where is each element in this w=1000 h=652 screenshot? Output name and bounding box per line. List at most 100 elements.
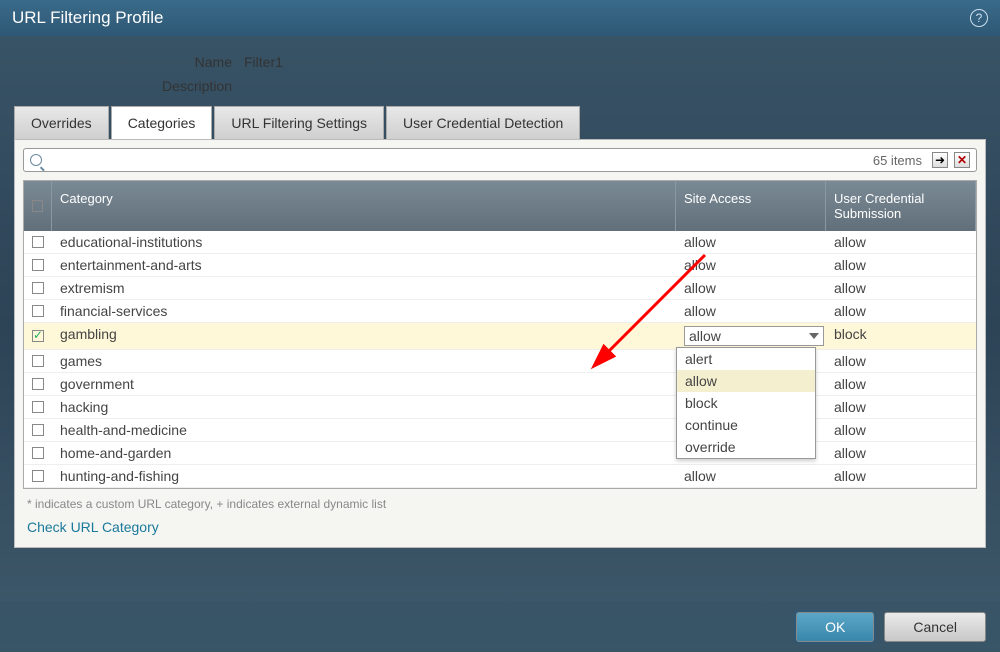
checkbox-icon[interactable] — [32, 470, 44, 482]
dialog-footer: OK Cancel — [0, 602, 1000, 652]
category-cell: hunting-and-fishing — [52, 465, 676, 487]
row-checkbox[interactable] — [24, 323, 52, 349]
categories-table: Category Site Access User Credential Sub… — [23, 180, 977, 489]
table-row[interactable]: hunting-and-fishingallowallow — [24, 465, 976, 488]
header-site-access[interactable]: Site Access — [676, 181, 826, 231]
header-category[interactable]: Category — [52, 181, 676, 231]
row-checkbox[interactable] — [24, 300, 52, 322]
category-cell: home-and-garden — [52, 442, 676, 464]
row-checkbox[interactable] — [24, 254, 52, 276]
check-url-category-link[interactable]: Check URL Category — [23, 515, 977, 539]
checkbox-icon[interactable] — [32, 447, 44, 459]
close-icon[interactable]: ✕ — [954, 152, 970, 168]
header-checkbox[interactable] — [24, 181, 52, 231]
user-credential-cell[interactable]: block — [826, 323, 976, 349]
category-cell: financial-services — [52, 300, 676, 322]
user-credential-cell[interactable]: allow — [826, 254, 976, 276]
user-credential-cell[interactable]: allow — [826, 373, 976, 395]
description-row: Description — [0, 78, 1000, 94]
category-cell: entertainment-and-arts — [52, 254, 676, 276]
user-credential-cell[interactable]: allow — [826, 465, 976, 487]
row-checkbox[interactable] — [24, 373, 52, 395]
tab-bar: Overrides Categories URL Filtering Setti… — [0, 106, 1000, 139]
description-field[interactable] — [240, 84, 1000, 88]
dropdown-option[interactable]: allow — [677, 370, 815, 392]
category-cell: games — [52, 350, 676, 372]
dialog-title: URL Filtering Profile — [12, 8, 163, 28]
cancel-button[interactable]: Cancel — [884, 612, 986, 642]
table-row[interactable]: educational-institutionsallowallow — [24, 231, 976, 254]
site-access-cell[interactable]: allow — [676, 254, 826, 276]
user-credential-cell[interactable]: allow — [826, 419, 976, 441]
chevron-down-icon — [809, 333, 819, 339]
user-credential-cell[interactable]: allow — [826, 300, 976, 322]
ok-button[interactable]: OK — [796, 612, 874, 642]
category-cell: hacking — [52, 396, 676, 418]
row-checkbox[interactable] — [24, 231, 52, 253]
row-checkbox[interactable] — [24, 350, 52, 372]
export-icon[interactable]: ➜ — [932, 152, 948, 168]
category-cell: extremism — [52, 277, 676, 299]
site-access-cell[interactable]: allowalertallowblockcontinueoverride — [676, 323, 826, 349]
user-credential-cell[interactable]: allow — [826, 396, 976, 418]
dropdown-value: allow — [689, 328, 721, 344]
categories-panel: 65 items ➜ ✕ Category Site Access User C… — [14, 139, 986, 548]
category-cell: gambling — [52, 323, 676, 349]
site-access-cell[interactable]: allow — [676, 300, 826, 322]
table-row[interactable]: financial-servicesallowallow — [24, 300, 976, 323]
user-credential-cell[interactable]: allow — [826, 277, 976, 299]
user-credential-cell[interactable]: allow — [826, 442, 976, 464]
site-access-cell[interactable]: allow — [676, 231, 826, 253]
site-access-dropdown[interactable]: allow — [684, 326, 824, 346]
dropdown-option[interactable]: alert — [677, 348, 815, 370]
search-input[interactable] — [48, 152, 867, 168]
header-user-credential[interactable]: User Credential Submission — [826, 181, 976, 231]
toolbar: 65 items ➜ ✕ — [23, 148, 977, 172]
dropdown-option[interactable]: override — [677, 436, 815, 458]
tab-url-filtering-settings[interactable]: URL Filtering Settings — [214, 106, 384, 139]
row-checkbox[interactable] — [24, 442, 52, 464]
table-row[interactable]: entertainment-and-artsallowallow — [24, 254, 976, 277]
checkbox-icon[interactable] — [32, 282, 44, 294]
checkbox-icon[interactable] — [32, 236, 44, 248]
row-checkbox[interactable] — [24, 396, 52, 418]
checkbox-icon[interactable] — [32, 401, 44, 413]
site-access-cell[interactable]: allow — [676, 277, 826, 299]
row-checkbox[interactable] — [24, 419, 52, 441]
checkbox-icon[interactable] — [32, 424, 44, 436]
category-cell: government — [52, 373, 676, 395]
table-row[interactable]: health-and-medicineallow — [24, 419, 976, 442]
row-checkbox[interactable] — [24, 277, 52, 299]
checkbox-icon[interactable] — [32, 378, 44, 390]
row-checkbox[interactable] — [24, 465, 52, 487]
site-access-cell[interactable]: allow — [676, 465, 826, 487]
form-area: Name Filter1 Description — [0, 36, 1000, 106]
table-row[interactable]: games allow — [24, 350, 976, 373]
name-label: Name — [0, 54, 240, 70]
table-header: Category Site Access User Credential Sub… — [24, 181, 976, 231]
table-body: educational-institutionsallowallowentert… — [24, 231, 976, 488]
table-row[interactable]: hacking allow — [24, 396, 976, 419]
checkbox-icon[interactable] — [32, 355, 44, 367]
tab-categories[interactable]: Categories — [111, 106, 213, 139]
title-bar: URL Filtering Profile ? — [0, 0, 1000, 36]
tab-user-credential-detection[interactable]: User Credential Detection — [386, 106, 580, 139]
checkbox-icon[interactable] — [32, 259, 44, 271]
search-icon — [30, 154, 42, 166]
help-icon[interactable]: ? — [970, 9, 988, 27]
tab-overrides[interactable]: Overrides — [14, 106, 109, 139]
table-row[interactable]: governmentallow — [24, 373, 976, 396]
checkbox-icon[interactable] — [32, 330, 44, 342]
dropdown-menu: alertallowblockcontinueoverride — [676, 347, 816, 459]
user-credential-cell[interactable]: allow — [826, 350, 976, 372]
table-row[interactable]: gamblingallowalertallowblockcontinueover… — [24, 323, 976, 350]
user-credential-cell[interactable]: allow — [826, 231, 976, 253]
description-label: Description — [0, 78, 240, 94]
dropdown-option[interactable]: block — [677, 392, 815, 414]
footnote-text: * indicates a custom URL category, + ind… — [23, 489, 977, 515]
dropdown-option[interactable]: continue — [677, 414, 815, 436]
name-field[interactable]: Filter1 — [240, 52, 1000, 72]
checkbox-icon[interactable] — [32, 305, 44, 317]
table-row[interactable]: home-and-garden allow — [24, 442, 976, 465]
table-row[interactable]: extremismallowallow — [24, 277, 976, 300]
